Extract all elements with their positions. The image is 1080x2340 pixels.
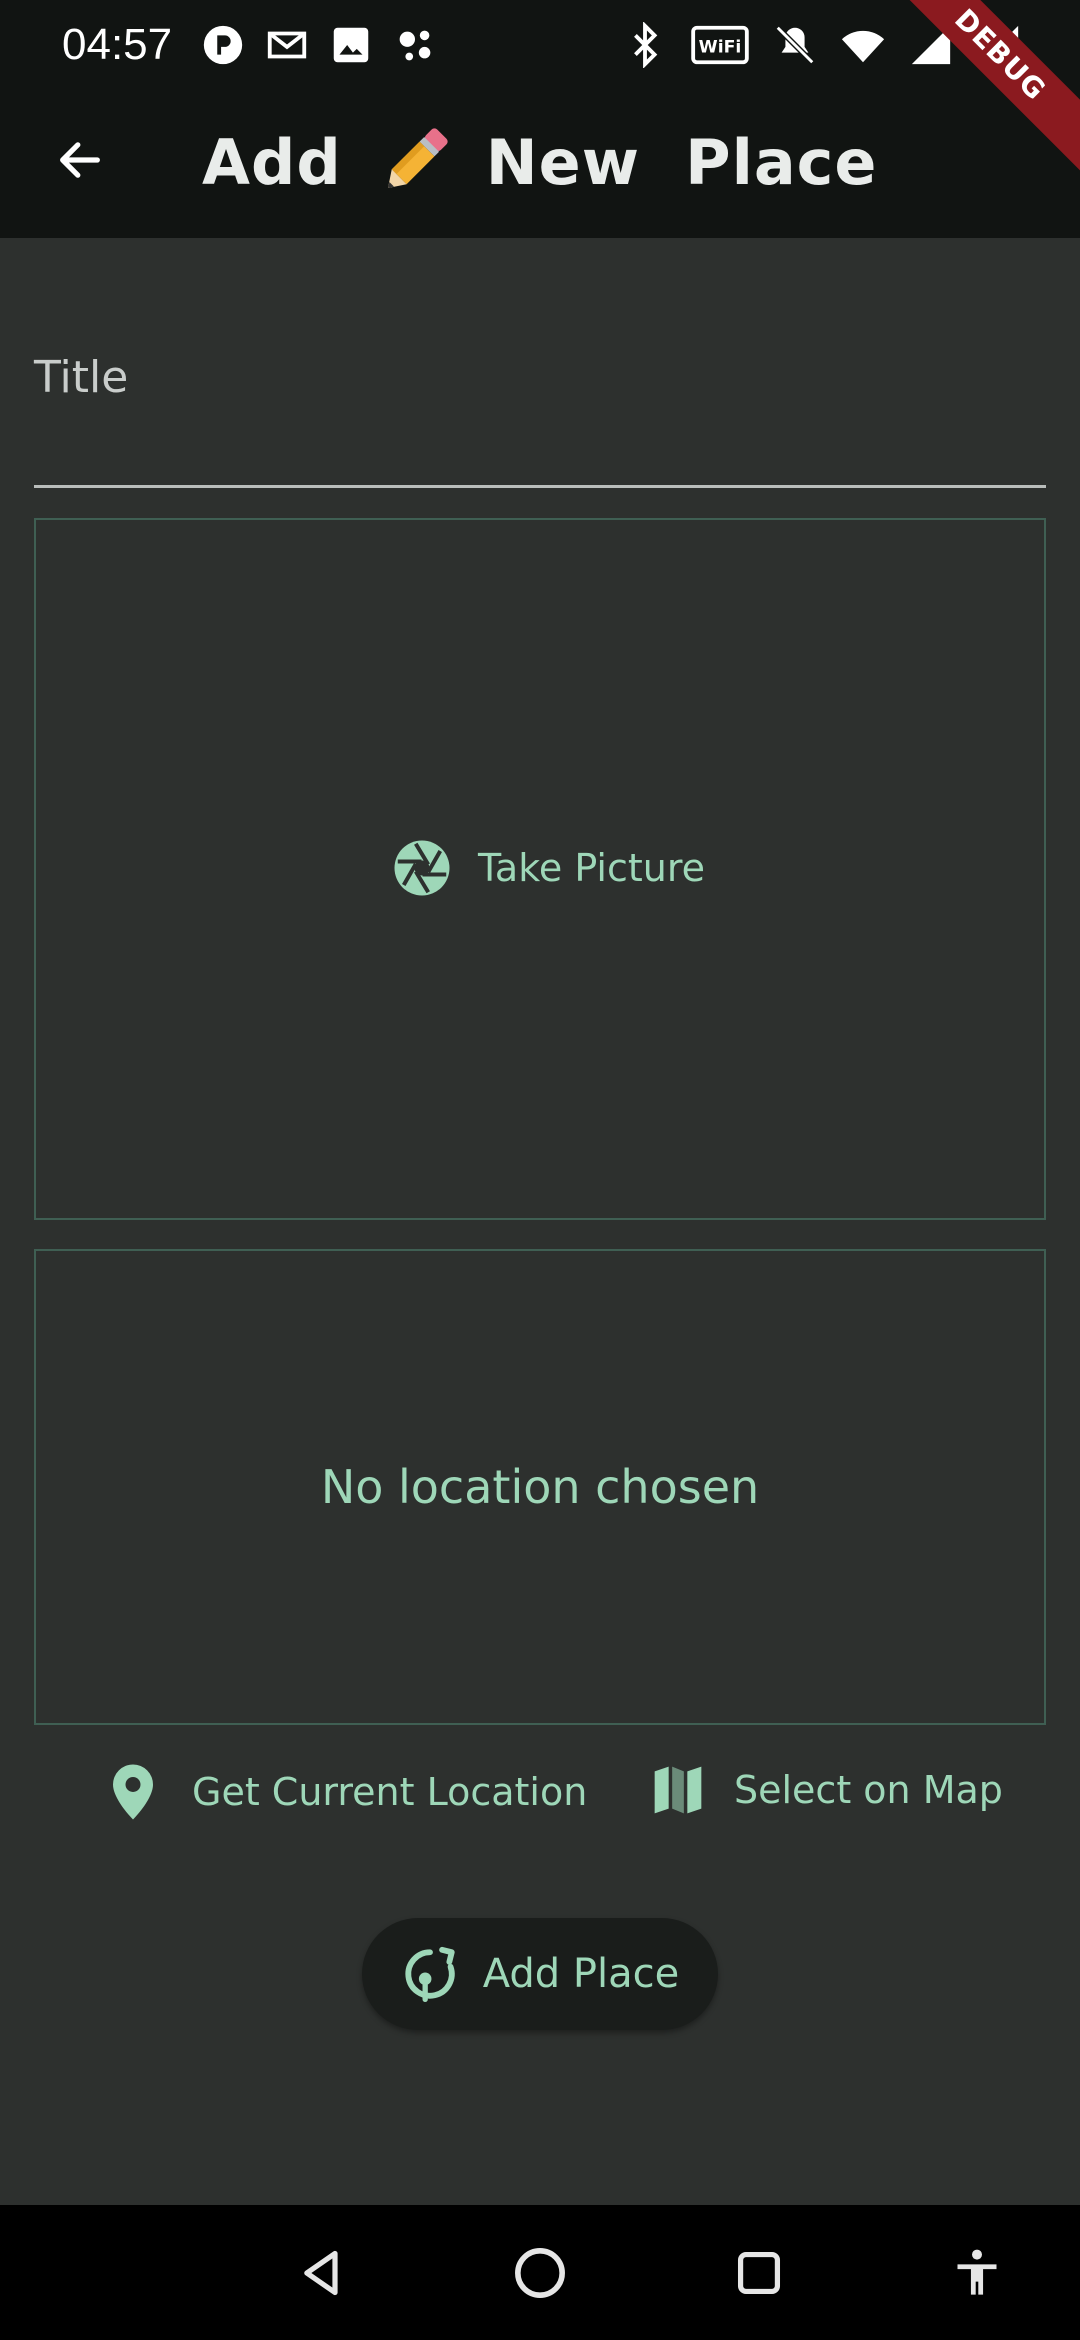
- location-preview-box: No location chosen: [34, 1249, 1046, 1725]
- system-navigation-bar: [0, 2205, 1080, 2340]
- get-current-location-button[interactable]: Get Current Location: [108, 1762, 587, 1822]
- notification-app-icon: [203, 25, 243, 65]
- accessibility-icon: [957, 2249, 997, 2295]
- bluetooth-icon: [634, 22, 658, 68]
- page-title-part1: Add: [202, 125, 342, 199]
- home-circle-icon: [515, 2248, 565, 2298]
- back-button[interactable]: [44, 124, 116, 196]
- title-field-underline: [34, 485, 1046, 488]
- status-bar: 04:57 WiFi R: [0, 0, 1080, 96]
- title-field-label: Title: [34, 352, 129, 403]
- status-time: 04:57: [62, 20, 173, 69]
- nav-back-button[interactable]: [290, 2241, 354, 2305]
- recents-square-icon: [737, 2251, 781, 2295]
- take-picture-label: Take Picture: [478, 846, 705, 890]
- svg-text:WiFi: WiFi: [699, 38, 742, 58]
- app-bar: Add New Place: [0, 96, 1080, 238]
- mute-icon: [775, 25, 815, 65]
- gmail-icon: [267, 31, 307, 59]
- location-pin-icon: [113, 1764, 153, 1820]
- camera-shutter-icon: [394, 840, 450, 896]
- gallery-icon: [333, 27, 369, 63]
- get-current-location-label: Get Current Location: [192, 1770, 588, 1814]
- take-picture-button[interactable]: Take Picture: [392, 838, 705, 898]
- status-notification-icons: [200, 22, 438, 68]
- nav-accessibility-button[interactable]: [945, 2241, 1009, 2305]
- select-on-map-label: Select on Map: [734, 1768, 1003, 1812]
- add-place-label: Add Place: [482, 1951, 680, 1997]
- nav-home-button[interactable]: [508, 2241, 572, 2305]
- add-location-icon: [405, 1946, 455, 2003]
- back-triangle-icon: [304, 2250, 338, 2296]
- page-title: Add New Place: [202, 120, 877, 204]
- pencil-icon: [387, 128, 448, 188]
- no-location-text: No location chosen: [320, 1460, 760, 1514]
- add-place-button[interactable]: Add Place: [362, 1918, 718, 2030]
- assistant-icon: [399, 30, 431, 61]
- wifi-icon: [841, 30, 885, 63]
- vowifi-icon: WiFi: [691, 25, 749, 65]
- page-title-part2: New Place: [485, 125, 878, 199]
- arrow-left-icon: [60, 142, 100, 178]
- select-on-map-button[interactable]: Select on Map: [650, 1762, 1003, 1818]
- map-icon: [654, 1766, 702, 1814]
- nav-recents-button[interactable]: [727, 2241, 791, 2305]
- image-preview-box: Take Picture: [34, 518, 1046, 1220]
- title-field[interactable]: Title: [34, 330, 1046, 488]
